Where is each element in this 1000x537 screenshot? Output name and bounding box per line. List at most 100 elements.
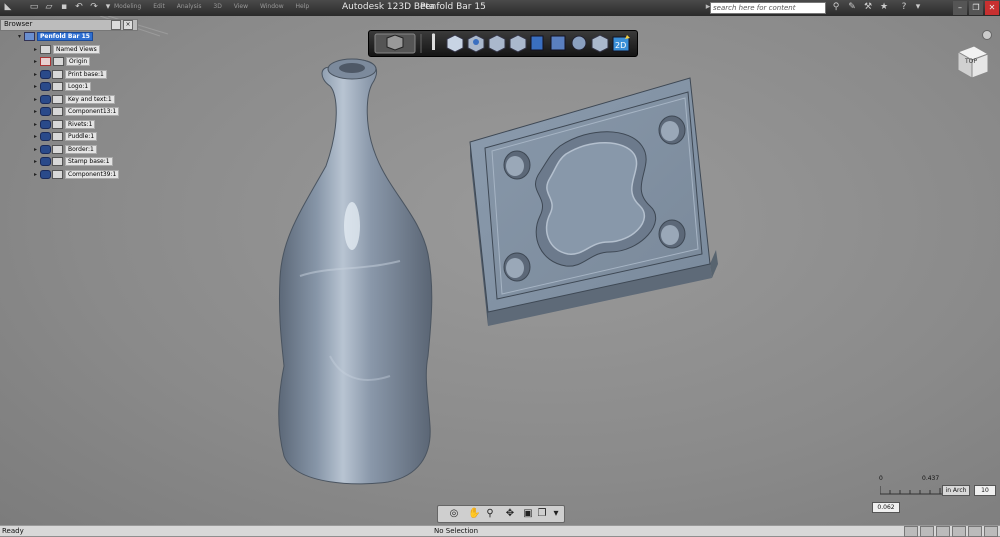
visibility-eye-icon[interactable] <box>40 157 51 166</box>
tree-item-puddle[interactable]: ▸ Puddle:1 <box>34 132 98 141</box>
tree-item-origin[interactable]: ▸ Origin <box>34 57 91 66</box>
main-menu-cube-icon[interactable] <box>374 33 416 54</box>
tree-item-stamp-base[interactable]: ▸ Stamp base:1 <box>34 157 113 166</box>
pan-hand-icon[interactable]: ✋ <box>468 508 480 520</box>
menu-edit[interactable]: Edit <box>153 3 165 10</box>
tree-item-label: Key and text:1 <box>65 95 115 104</box>
measure-icon[interactable] <box>591 34 609 53</box>
tree-item-logo[interactable]: ▸ Logo:1 <box>34 82 92 91</box>
component-icon <box>52 70 63 79</box>
tree-root[interactable]: ▾ Penfold Bar 15 <box>18 32 93 41</box>
minimize-icon[interactable]: – <box>953 1 967 15</box>
open-folder-icon[interactable]: ▱ <box>43 2 55 13</box>
visibility-eye-icon[interactable] <box>40 145 51 154</box>
component-icon <box>52 120 63 129</box>
visibility-eye-icon[interactable] <box>40 107 51 116</box>
sketch-icon[interactable] <box>467 34 485 53</box>
tree-item-component13[interactable]: ▸ Component13:1 <box>34 107 120 116</box>
visibility-eye-icon[interactable] <box>40 132 51 141</box>
view-face-icon[interactable]: ❐ <box>536 508 548 520</box>
visibility-eye-icon[interactable] <box>40 70 51 79</box>
menu-modeling[interactable]: Modeling <box>114 3 141 10</box>
component-icon <box>52 145 63 154</box>
tree-item-label: Component13:1 <box>65 107 120 116</box>
tree-item-print-base[interactable]: ▸ Print base:1 <box>34 70 107 79</box>
browser-title: Browser <box>4 20 33 28</box>
visibility-eye-icon[interactable] <box>40 82 51 91</box>
combine-icon[interactable] <box>571 35 587 51</box>
help-icon[interactable]: ? <box>898 2 910 13</box>
modify-icon[interactable] <box>509 34 527 53</box>
steering-wheel-icon[interactable]: ◎ <box>448 508 460 520</box>
tree-item-label: Stamp base:1 <box>65 157 113 166</box>
grid-snap-icon[interactable] <box>904 526 918 537</box>
tree-item-rivets[interactable]: ▸ Rivets:1 <box>34 120 96 129</box>
visibility-eye-icon[interactable] <box>40 170 51 179</box>
menu-view[interactable]: View <box>234 3 248 10</box>
tree-item-label: Border:1 <box>65 145 97 154</box>
title-bar: ◣ ▭ ▱ ▪ ↶ ↷ ▾ Modeling Edit Analysis 3D … <box>0 0 1000 16</box>
menu-3d[interactable]: 3D <box>213 3 221 10</box>
pattern-icon[interactable] <box>530 35 544 51</box>
visibility-eye-icon[interactable] <box>40 95 51 104</box>
close-icon[interactable]: ✕ <box>985 1 999 15</box>
visibility-eye-icon[interactable] <box>40 120 51 129</box>
browser-close-icon[interactable]: × <box>123 20 133 30</box>
ruler-scale <box>880 486 942 495</box>
grouping-icon[interactable] <box>550 35 566 51</box>
ruler-value-field[interactable]: 0.062 <box>872 502 900 513</box>
browser-header: Browser × <box>0 19 138 31</box>
component-icon <box>52 82 63 91</box>
app-menu-icon[interactable]: ◣ <box>2 2 14 13</box>
primitives-box-icon[interactable] <box>446 34 464 53</box>
status-ready-text: Ready <box>2 527 24 535</box>
undo-icon[interactable]: ↶ <box>73 2 85 13</box>
look-at-icon[interactable]: ▣ <box>522 508 534 520</box>
tree-item-label: Named Views <box>53 45 100 54</box>
redo-icon[interactable]: ↷ <box>88 2 100 13</box>
tree-item-label: Print base:1 <box>65 70 107 79</box>
tools-icon[interactable]: ⚒ <box>862 2 874 13</box>
tree-item-key-and-text[interactable]: ▸ Key and text:1 <box>34 95 115 104</box>
window-controls: – ❐ ✕ <box>952 0 1000 16</box>
precision-field[interactable]: 10 <box>974 485 996 496</box>
tree-item-named-views[interactable]: ▸ Named Views <box>34 45 100 54</box>
new-file-icon[interactable]: ▭ <box>28 2 40 13</box>
binoculars-icon[interactable]: ⚲ <box>830 2 842 13</box>
zoom-icon[interactable]: ⚲ <box>484 508 496 520</box>
command-toolbar: 2D <box>368 30 638 57</box>
save-icon[interactable]: ▪ <box>58 2 70 13</box>
orbit-icon[interactable]: ✥ <box>504 508 516 520</box>
tree-item-component39[interactable]: ▸ Component39:1 <box>34 170 120 179</box>
menu-analysis[interactable]: Analysis <box>177 3 202 10</box>
component-icon <box>52 170 63 179</box>
browser-panel: Browser × ▾ Penfold Bar 15 ▸ Named Views… <box>0 16 140 186</box>
help-dropdown-icon[interactable]: ▾ <box>912 2 924 13</box>
bottle-model[interactable] <box>278 58 433 485</box>
search-input[interactable]: search here for content <box>710 2 826 14</box>
wrench-icon[interactable]: ✎ <box>846 2 858 13</box>
folder-icon <box>53 57 64 66</box>
tree-item-border[interactable]: ▸ Border:1 <box>34 145 97 154</box>
quick-access-dropdown-icon[interactable]: ▾ <box>102 2 114 13</box>
visual-style-icon[interactable] <box>952 526 966 537</box>
browser-menu-icon[interactable] <box>111 20 121 30</box>
navbar-options-icon[interactable]: ▾ <box>550 508 562 520</box>
3d-viewport[interactable] <box>0 16 1000 525</box>
info-icon[interactable] <box>431 33 436 50</box>
menu-window[interactable]: Window <box>260 3 284 10</box>
favorites-star-icon[interactable]: ★ <box>878 2 890 13</box>
lock-icon[interactable] <box>936 526 950 537</box>
view-cube[interactable]: TOP <box>948 30 992 88</box>
restore-icon[interactable]: ❐ <box>969 1 983 15</box>
2d-drawing-icon[interactable]: 2D <box>612 35 630 52</box>
shadows-icon[interactable] <box>968 526 982 537</box>
mould-plate-model[interactable] <box>469 77 718 326</box>
construct-icon[interactable] <box>488 34 506 53</box>
display-icon[interactable] <box>984 526 998 537</box>
home-view-icon[interactable] <box>982 30 992 40</box>
menu-help[interactable]: Help <box>296 3 310 10</box>
component-icon <box>52 95 63 104</box>
unit-selector[interactable]: in Arch <box>942 485 970 496</box>
ortho-icon[interactable] <box>920 526 934 537</box>
